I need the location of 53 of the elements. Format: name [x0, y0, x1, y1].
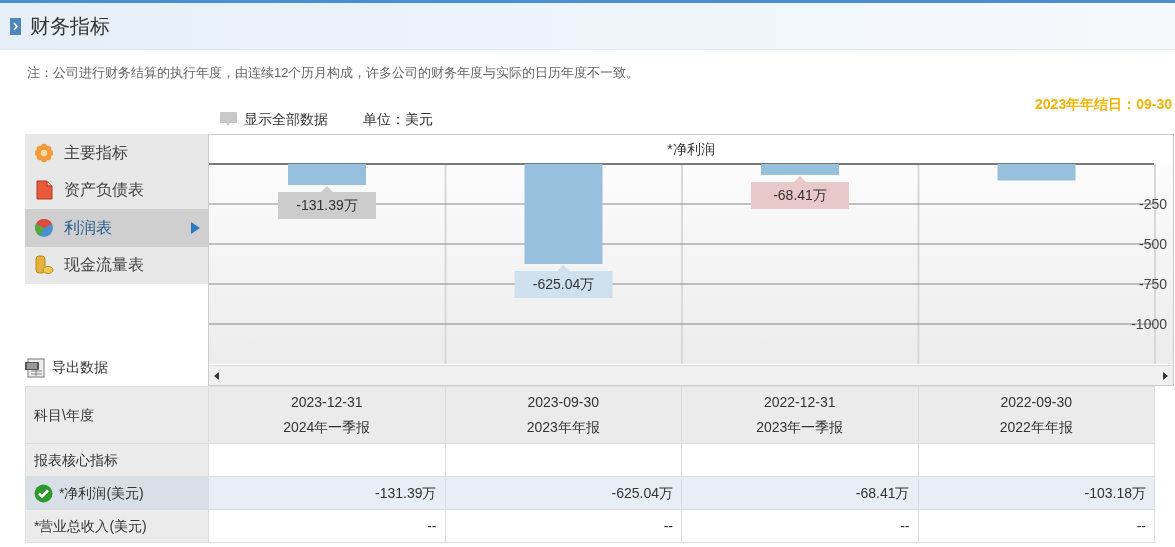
- value-label: -68.41万: [751, 175, 849, 209]
- fiscal-year-end: 2023年年结日：09-30: [1035, 94, 1172, 114]
- column-header: 2022-09-30 2022年年报: [918, 386, 1155, 444]
- sidebar-item[interactable]: 利润表: [25, 209, 208, 247]
- y-tick-label: -1000: [1131, 316, 1167, 332]
- sidebar-item[interactable]: 现金流量表: [25, 246, 208, 284]
- column-header: 2022-12-31 2023年一季报: [681, 386, 918, 444]
- section-label: 报表核心指标: [25, 443, 209, 477]
- column-header: 2023-12-31 2024年一季报: [208, 386, 445, 444]
- row-label-text: *净利润(美元): [59, 483, 144, 503]
- bar[interactable]: [524, 164, 603, 264]
- table-cell: -103.18万: [918, 476, 1155, 510]
- y-tick-label: -250: [1138, 196, 1167, 212]
- selected-arrow-icon: [191, 221, 200, 234]
- export-data-link[interactable]: 导出数据: [52, 357, 108, 378]
- data-label: -68.41万: [773, 186, 827, 203]
- bar[interactable]: [997, 164, 1076, 181]
- table-cell: -68.41万: [681, 476, 918, 510]
- sidebar-item[interactable]: 主要指标: [25, 134, 208, 172]
- scroll-right-icon[interactable]: [1163, 371, 1168, 380]
- table-cell: -625.04万: [445, 476, 682, 510]
- value-label: -131.39万: [278, 186, 376, 219]
- pie-ball-icon: [34, 217, 54, 238]
- coins-icon: [34, 255, 54, 276]
- note-text: 注：公司进行财务结算的执行年度，由连续12个历月构成，许多公司的财务年度与实际的日历年度不一致。: [27, 65, 640, 80]
- table-cell: --: [918, 509, 1155, 543]
- horizontal-scrollbar[interactable]: [209, 365, 1173, 385]
- check-icon: [34, 483, 53, 503]
- sidebar-item[interactable]: 资产负债表: [25, 171, 208, 209]
- page-title: 财务指标: [30, 14, 110, 39]
- table-cell: --: [445, 509, 682, 543]
- flower-icon: [34, 142, 54, 163]
- table-cell: --: [681, 509, 918, 543]
- speech-bubble-icon[interactable]: [219, 111, 238, 127]
- data-label: -625.04万: [532, 276, 595, 293]
- value-label: -625.04万: [514, 265, 613, 298]
- column-header: 2023-09-30 2023年年报: [445, 386, 682, 444]
- document-icon: [34, 180, 54, 201]
- y-tick-label: -750: [1138, 276, 1167, 292]
- table-cell: --: [208, 509, 445, 543]
- bar[interactable]: [761, 164, 839, 175]
- table-cell: -131.39万: [208, 476, 445, 510]
- chart-title: *净利润: [667, 141, 715, 157]
- data-label: -131.39万: [296, 197, 358, 214]
- column-header: 科目\年度: [25, 386, 209, 444]
- spreadsheet-icon[interactable]: [25, 357, 46, 378]
- y-tick-label: -500: [1138, 236, 1167, 252]
- bar[interactable]: [288, 164, 366, 185]
- show-all-data-link[interactable]: 显示全部数据: [244, 108, 328, 130]
- chevron-icon: [10, 17, 21, 35]
- scroll-left-icon[interactable]: [214, 371, 219, 380]
- row-label: *营业总收入(美元): [25, 509, 209, 543]
- unit-label: 单位：美元: [363, 109, 433, 129]
